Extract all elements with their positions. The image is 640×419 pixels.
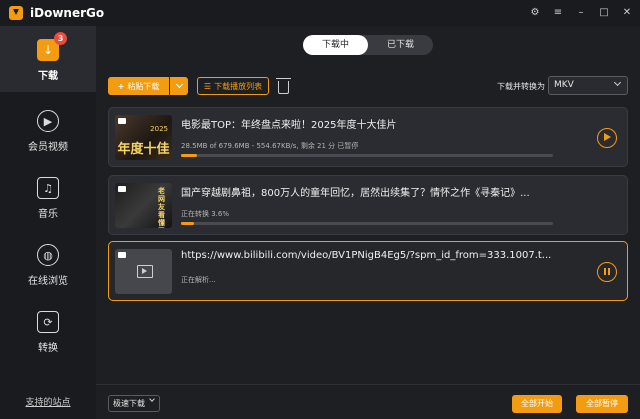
download-item[interactable]: 老网友看懂了 国产穿越剧鼻祖，800万人的童年回忆，居然出续集了？情怀之作《寻秦…: [108, 175, 628, 235]
download-item[interactable]: https://www.bilibili.com/video/BV1PNigB4…: [108, 241, 628, 301]
settings-icon[interactable]: ⚙: [530, 8, 540, 18]
download-speed-value: 极速下载: [113, 399, 145, 408]
paste-download-main[interactable]: + 粘贴下载: [108, 77, 169, 95]
tab-switcher: 下载中 已下载: [303, 35, 433, 55]
download-title: 电影最TOP：年终盘点来啦！2025年度十大佳片: [181, 120, 397, 131]
paste-download-button[interactable]: + 粘贴下载: [108, 77, 188, 95]
download-icon: ↓ 3: [37, 32, 67, 61]
pause-button[interactable]: [597, 262, 617, 282]
progress-fill: [181, 154, 197, 157]
sidebar-item-member-video[interactable]: ▶ 会员视频: [0, 97, 96, 163]
download-count-badge: 3: [54, 32, 67, 45]
download-title: https://www.bilibili.com/video/BV1PNigB4…: [181, 250, 552, 261]
supported-sites-link[interactable]: 支持的站点: [0, 395, 96, 408]
sidebar: ↓ 3 下载 ▶ 会员视频 ♫ 音乐 ◍ 在线浏览 ⟳ 转换 支持的站点: [0, 26, 96, 419]
list-icon: ☰: [203, 81, 212, 91]
app-logo-icon: [9, 6, 23, 20]
thumbnail-badge: 2025: [150, 125, 168, 133]
play-circle-icon: ▶: [37, 110, 59, 132]
chevron-down-icon: [149, 396, 155, 402]
thumbnail-caption: 老网友看懂了: [158, 187, 165, 228]
download-progress-bar: [181, 154, 553, 157]
video-thumbnail: 2025 年度十佳: [115, 115, 172, 160]
video-thumbnail: [115, 249, 172, 294]
sidebar-item-convert[interactable]: ⟳ 转换: [0, 298, 96, 364]
convert-icon: ⟳: [37, 311, 59, 333]
video-icon: [118, 252, 126, 258]
app-title: iDownerGo: [30, 6, 105, 20]
sidebar-item-label: 下载: [38, 71, 58, 82]
maximize-icon[interactable]: □: [599, 8, 609, 18]
video-placeholder-icon: [137, 265, 153, 278]
sidebar-item-browse[interactable]: ◍ 在线浏览: [0, 231, 96, 297]
convert-format-select[interactable]: MKV: [548, 76, 628, 95]
download-title: 国产穿越剧鼻祖，800万人的童年回忆，居然出续集了？情怀之作《寻秦记》...: [181, 188, 530, 199]
sidebar-item-download[interactable]: ↓ 3 下载: [0, 26, 96, 92]
video-icon: [118, 186, 126, 192]
resume-button[interactable]: [597, 128, 617, 148]
paste-download-label: 粘贴下载: [127, 81, 160, 91]
convert-to-label: 下载并转换为: [497, 82, 545, 91]
plus-icon: +: [117, 81, 125, 91]
download-progress-bar: [181, 222, 553, 225]
progress-fill: [181, 222, 195, 225]
download-status: 正在解析...: [181, 276, 216, 284]
trash-icon[interactable]: [276, 78, 291, 94]
tab-downloading[interactable]: 下载中: [303, 35, 368, 55]
download-playlist-label: 下载播放列表: [214, 81, 263, 91]
sidebar-item-label: 在线浏览: [28, 276, 68, 287]
music-icon: ♫: [37, 177, 59, 199]
toolbar: + 粘贴下载 ☰ 下载播放列表: [108, 77, 291, 95]
close-icon[interactable]: ✕: [622, 8, 632, 18]
sidebar-item-music[interactable]: ♫ 音乐: [0, 164, 96, 230]
menu-icon[interactable]: ≡: [553, 8, 563, 18]
sidebar-item-label: 音乐: [38, 209, 58, 220]
convert-format-value: MKV: [554, 80, 574, 90]
paste-options-dropdown[interactable]: [169, 77, 188, 95]
pause-all-button[interactable]: 全部暂停: [576, 395, 628, 413]
minimize-icon[interactable]: –: [576, 8, 586, 18]
sidebar-item-label: 转换: [38, 343, 58, 354]
download-item[interactable]: 2025 年度十佳 电影最TOP：年终盘点来啦！2025年度十大佳片 28.5M…: [108, 107, 628, 167]
download-playlist-button[interactable]: ☰ 下载播放列表: [197, 77, 269, 95]
chevron-down-icon: [175, 80, 183, 89]
chevron-down-icon: [613, 78, 622, 87]
app-window: iDownerGo ⚙ ≡ – □ ✕ ↓ 3 下载 ▶ 会员视频 ♫ 音乐 ◍…: [0, 0, 640, 419]
download-speed-select[interactable]: 极速下载: [108, 395, 160, 412]
tab-downloaded[interactable]: 已下载: [368, 35, 433, 55]
download-status: 正在转换 3.6%: [181, 210, 230, 218]
video-thumbnail: 老网友看懂了: [115, 183, 172, 228]
start-all-button[interactable]: 全部开始: [512, 395, 562, 413]
video-icon: [118, 118, 126, 124]
window-controls: ⚙ ≡ – □ ✕: [530, 0, 632, 26]
sidebar-item-label: 会员视频: [28, 142, 68, 153]
globe-icon: ◍: [37, 244, 59, 266]
download-status: 28.5MB of 679.6MB - 554.67KB/s, 剩余 21 分 …: [181, 142, 359, 150]
title-bar: iDownerGo ⚙ ≡ – □ ✕: [0, 0, 640, 26]
footer-bar: 极速下载 全部开始 全部暂停: [96, 384, 640, 419]
thumbnail-caption: 年度十佳: [117, 142, 170, 157]
main-panel: 下载中 已下载 + 粘贴下载 ☰ 下载播放列表 下载并转换为 MKV 2025 …: [96, 26, 640, 419]
